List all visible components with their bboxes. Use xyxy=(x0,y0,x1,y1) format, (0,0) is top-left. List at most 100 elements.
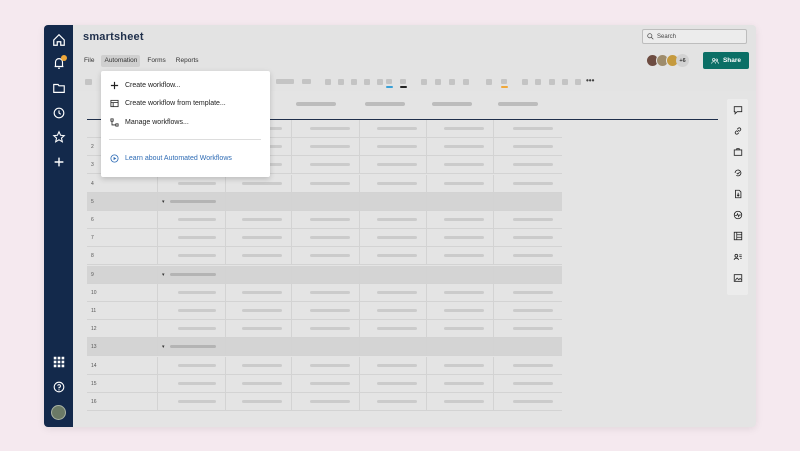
star-icon[interactable] xyxy=(51,129,66,144)
table-row[interactable]: 7 xyxy=(87,229,562,248)
grid-cell[interactable] xyxy=(87,393,157,411)
grid-cell[interactable] xyxy=(87,357,157,375)
grid-cell[interactable] xyxy=(493,229,562,248)
app-logo[interactable]: smartsheet xyxy=(83,31,144,43)
grid-cell[interactable] xyxy=(291,192,359,211)
toolbar-button[interactable] xyxy=(562,79,568,85)
grid-cell[interactable] xyxy=(157,356,225,375)
grid-cell[interactable]: ▾ xyxy=(157,192,225,211)
collaborator-avatars[interactable]: +6 xyxy=(646,54,689,67)
menu-forms[interactable]: Forms xyxy=(144,55,168,67)
grid-cell[interactable] xyxy=(291,247,359,266)
grid-cell[interactable] xyxy=(87,229,157,247)
grid-cell[interactable]: ▾ xyxy=(157,338,225,357)
group-row[interactable]: 5 ▾ xyxy=(87,192,562,211)
toolbar-button[interactable] xyxy=(535,79,541,85)
grid-cell[interactable] xyxy=(493,265,562,284)
grid-cell[interactable] xyxy=(359,320,426,339)
toolbar-button[interactable] xyxy=(276,79,294,84)
grid-cell[interactable] xyxy=(291,156,359,175)
grid-cell[interactable] xyxy=(291,138,359,157)
grid-cell[interactable] xyxy=(157,229,225,248)
grid-cell[interactable] xyxy=(87,302,157,320)
grid-cell[interactable] xyxy=(225,338,291,357)
table-row[interactable]: 6 xyxy=(87,211,562,229)
grid-cell[interactable] xyxy=(493,356,562,375)
toolbar-button[interactable] xyxy=(435,79,441,85)
table-row[interactable]: 4 xyxy=(87,174,562,193)
column-header[interactable] xyxy=(296,102,336,106)
grid-cell[interactable] xyxy=(493,283,562,302)
grid-cell[interactable] xyxy=(359,356,426,375)
menu-automation[interactable]: Automation xyxy=(101,55,141,67)
folder-icon[interactable] xyxy=(51,80,66,95)
grid-cell[interactable] xyxy=(291,229,359,248)
table-row[interactable]: 16 xyxy=(87,393,562,411)
grid-cell[interactable] xyxy=(291,302,359,320)
grid-cell[interactable] xyxy=(291,320,359,339)
activity-log-icon[interactable] xyxy=(732,167,743,178)
grid-cell[interactable] xyxy=(225,374,291,393)
grid-cell[interactable] xyxy=(157,247,225,266)
apps-grid-icon[interactable] xyxy=(51,354,66,369)
grid-cell[interactable] xyxy=(291,283,359,302)
grid-cell[interactable] xyxy=(359,283,426,302)
grid-cell[interactable] xyxy=(426,192,493,211)
column-header[interactable] xyxy=(498,102,538,106)
share-button[interactable]: Share xyxy=(703,52,749,69)
grid-cell[interactable] xyxy=(426,356,493,375)
toolbar-button[interactable] xyxy=(421,79,427,85)
grid-cell[interactable] xyxy=(157,174,225,193)
grid-cell[interactable] xyxy=(493,338,562,357)
image-gallery-icon[interactable] xyxy=(732,272,743,283)
table-row[interactable]: 10 xyxy=(87,283,562,302)
grid-cell[interactable] xyxy=(87,266,157,284)
grid-cell[interactable] xyxy=(493,302,562,320)
grid-cell[interactable] xyxy=(359,120,426,138)
grid-cell[interactable] xyxy=(493,120,562,138)
grid-cell[interactable] xyxy=(291,265,359,284)
grid-cell[interactable] xyxy=(157,302,225,320)
grid-cell[interactable] xyxy=(426,283,493,302)
grid-cell[interactable] xyxy=(359,302,426,320)
grid-cell[interactable] xyxy=(157,320,225,339)
comments-icon[interactable] xyxy=(732,104,743,115)
grid-cell[interactable] xyxy=(359,174,426,193)
clock-icon[interactable] xyxy=(51,105,66,120)
toolbar-button[interactable] xyxy=(302,79,311,84)
grid-cell[interactable] xyxy=(225,320,291,339)
help-icon[interactable] xyxy=(51,379,66,394)
grid-cell[interactable] xyxy=(426,338,493,357)
grid-cell[interactable] xyxy=(157,393,225,411)
grid-cell[interactable] xyxy=(87,175,157,193)
grid-cell[interactable] xyxy=(426,302,493,320)
menu-file[interactable]: File xyxy=(81,55,97,67)
grid-cell[interactable] xyxy=(493,393,562,411)
file-export-icon[interactable] xyxy=(732,188,743,199)
grid-cell[interactable] xyxy=(157,283,225,302)
grid-cell[interactable] xyxy=(426,320,493,339)
column-header[interactable] xyxy=(432,102,472,106)
toolbar-button[interactable] xyxy=(449,79,455,85)
toolbar-button[interactable] xyxy=(338,79,344,85)
table-row[interactable]: 11 xyxy=(87,302,562,320)
create-workflow-from-template-item[interactable]: Create workflow from template... xyxy=(110,97,226,109)
column-header[interactable] xyxy=(365,102,405,106)
grid-cell[interactable] xyxy=(493,192,562,211)
search-input[interactable]: Search xyxy=(642,29,747,44)
grid-cell[interactable] xyxy=(493,174,562,193)
text-color-button[interactable] xyxy=(400,79,406,84)
toolbar-button[interactable] xyxy=(85,79,92,85)
briefcase-icon[interactable] xyxy=(732,146,743,157)
sheet-summary-icon[interactable] xyxy=(732,230,743,241)
grid-cell[interactable] xyxy=(87,193,157,211)
create-workflow-item[interactable]: Create workflow... xyxy=(110,79,181,91)
grid-cell[interactable] xyxy=(359,247,426,266)
grid-cell[interactable] xyxy=(493,211,562,229)
toolbar-button[interactable] xyxy=(377,79,383,85)
grid-cell[interactable] xyxy=(493,156,562,175)
grid-cell[interactable] xyxy=(225,247,291,266)
table-row[interactable]: 15 xyxy=(87,374,562,393)
grid-cell[interactable] xyxy=(359,338,426,357)
grid-cell[interactable] xyxy=(426,374,493,393)
